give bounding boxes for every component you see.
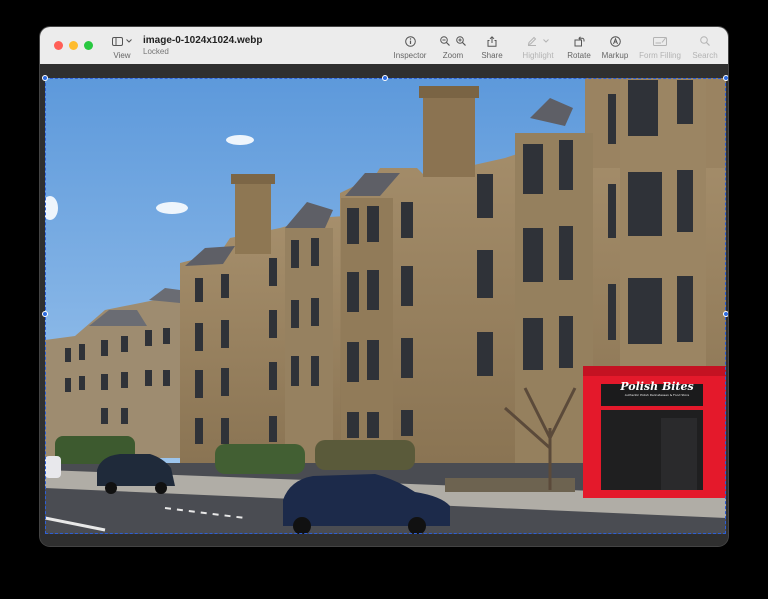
highlight-button[interactable]: Highlight bbox=[518, 35, 558, 60]
view-button[interactable]: View bbox=[108, 35, 136, 60]
shop-name: Polish Bites bbox=[620, 380, 694, 393]
shop-tagline: Authentic Polish Delicatessen & Food Sto… bbox=[624, 393, 690, 397]
preview-window: View image-0-1024x1024.webp Locked Inspe… bbox=[40, 27, 728, 546]
share-icon bbox=[487, 35, 497, 47]
minimize-button[interactable] bbox=[69, 41, 78, 50]
file-status: Locked bbox=[143, 47, 169, 56]
rotate-icon bbox=[574, 35, 585, 47]
shop-sign: Polish Bites Authentic Polish Delicatess… bbox=[608, 380, 706, 398]
selection-handle-right[interactable] bbox=[723, 311, 728, 317]
document-title: image-0-1024x1024.webp Locked bbox=[143, 35, 263, 57]
view-label: View bbox=[113, 51, 131, 60]
search-button[interactable]: Search bbox=[690, 35, 720, 60]
selection-handle-left[interactable] bbox=[42, 311, 48, 317]
form-filling-label: Form Filling bbox=[639, 51, 681, 60]
chevron-down-icon bbox=[543, 39, 549, 43]
close-button[interactable] bbox=[54, 41, 63, 50]
form-filling-button[interactable]: Form Filling bbox=[637, 35, 683, 60]
search-label: Search bbox=[692, 51, 718, 60]
share-label: Share bbox=[481, 51, 503, 60]
markup-pen-icon bbox=[609, 35, 621, 47]
image-canvas[interactable]: Polish Bites Authentic Polish Delicatess… bbox=[40, 64, 728, 546]
zoom-in-icon[interactable] bbox=[456, 36, 466, 46]
search-icon bbox=[700, 36, 710, 46]
markup-button[interactable]: Markup bbox=[598, 35, 632, 60]
title-bar: View image-0-1024x1024.webp Locked Inspe… bbox=[40, 27, 728, 65]
inspector-button[interactable]: Inspector bbox=[390, 35, 430, 60]
zoom-label: Zoom bbox=[442, 51, 464, 60]
share-button[interactable]: Share bbox=[478, 35, 506, 60]
selection-handle-top[interactable] bbox=[382, 75, 388, 81]
highlight-label: Highlight bbox=[522, 51, 554, 60]
selection-handle-top-left[interactable] bbox=[42, 75, 48, 81]
info-icon bbox=[404, 35, 416, 47]
markup-label: Markup bbox=[601, 51, 629, 60]
street-photo: Polish Bites Authentic Polish Delicatess… bbox=[45, 78, 726, 534]
sidebar-icon bbox=[112, 36, 123, 46]
zoom-control[interactable]: Zoom bbox=[438, 35, 468, 60]
file-name[interactable]: image-0-1024x1024.webp bbox=[143, 35, 263, 47]
rotate-button[interactable]: Rotate bbox=[564, 35, 594, 60]
rotate-label: Rotate bbox=[567, 51, 591, 60]
window-controls bbox=[54, 41, 93, 50]
fullscreen-button[interactable] bbox=[84, 41, 93, 50]
highlighter-icon bbox=[527, 36, 537, 46]
inspector-label: Inspector bbox=[393, 51, 427, 60]
chevron-down-icon bbox=[126, 39, 132, 43]
zoom-out-icon[interactable] bbox=[440, 36, 450, 46]
selection-handle-top-right[interactable] bbox=[723, 75, 728, 81]
form-filling-icon bbox=[653, 36, 667, 46]
